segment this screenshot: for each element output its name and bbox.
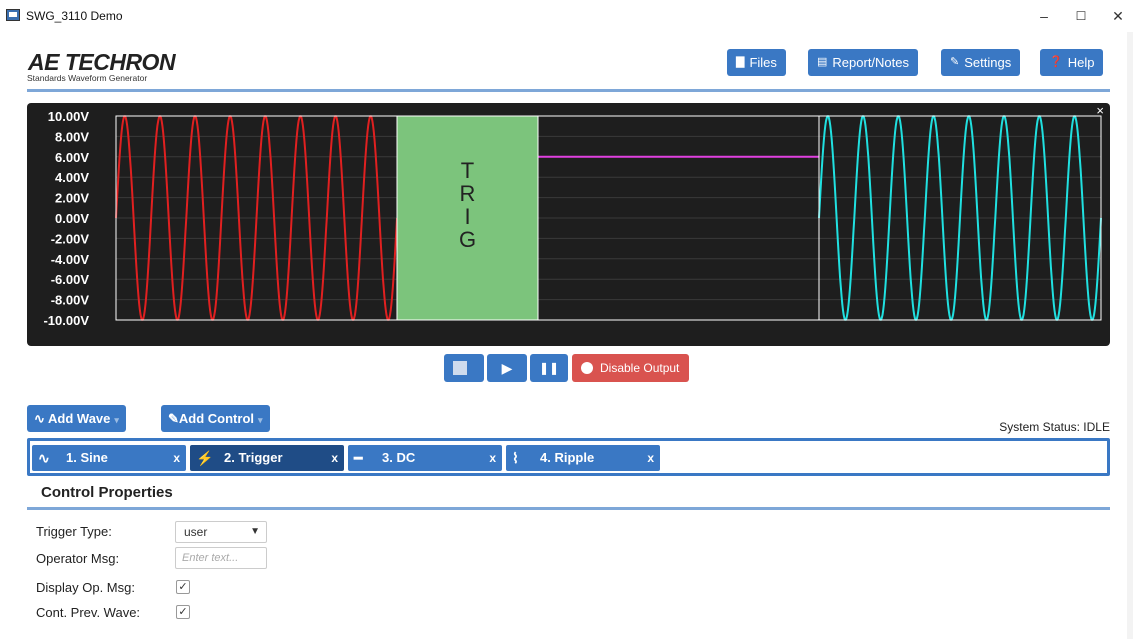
segment-tabbar: ∿ 1. Sine x ⚡ 2. Trigger x ━ 3. DC x ⌇ 4… [27,438,1110,476]
close-icon[interactable]: x [647,445,654,471]
wrench-icon: ✎ [168,411,179,426]
tab-trigger[interactable]: ⚡ 2. Trigger x [190,445,344,471]
maximize-button[interactable]: ☐ [1066,4,1096,28]
system-status: System Status: IDLE [999,420,1110,434]
ripple-icon: ⌇ [512,450,519,466]
tab-ripple[interactable]: ⌇ 4. Ripple x [506,445,660,471]
add-wave-label: Add Wave [48,411,111,426]
cont-prev-wave-label: Cont. Prev. Wave: [36,605,141,620]
y-tick-label: 0.00V [55,211,89,226]
tab-label: 2. Trigger [224,450,283,465]
header-divider [27,89,1110,92]
tab-label: 3. DC [382,450,416,465]
play-button[interactable]: ▶ [487,354,527,382]
trigger-icon: ⚡ [196,450,214,466]
close-icon[interactable]: x [331,445,338,471]
scope-close-icon[interactable]: × [1096,103,1104,118]
operator-msg-input[interactable] [175,547,267,569]
tab-sine[interactable]: ∿ 1. Sine x [32,445,186,471]
question-icon: ❓ [1049,56,1063,68]
chevron-down-icon: ▼ [250,526,260,537]
add-control-button[interactable]: ✎Add Control ▾ [161,405,270,432]
close-icon[interactable]: x [173,445,180,471]
stop-button[interactable] [444,354,484,382]
trigger-letter: R [460,181,476,206]
dc-icon: ━ [354,450,363,466]
help-button[interactable]: ❓ Help [1040,49,1104,76]
add-wave-button[interactable]: ∿ Add Wave ▾ [27,405,126,432]
section-title: Control Properties [41,484,173,501]
files-button[interactable]: ▇ Files [727,49,786,76]
scrollbar[interactable] [1127,32,1133,639]
tab-label: 1. Sine [66,450,108,465]
section-divider [27,507,1110,510]
display-op-msg-label: Display Op. Msg: [36,580,135,595]
minimize-button[interactable]: – [1029,4,1059,28]
files-button-label: Files [749,55,777,70]
window-titlebar: SWG_3110 Demo – ☐ ✕ [0,0,1133,32]
folder-icon: ▇ [736,56,745,68]
y-tick-label: 4.00V [55,170,89,185]
tab-dc[interactable]: ━ 3. DC x [348,445,502,471]
sine-icon: ∿ [34,411,49,426]
clipboard-icon: ▤ [817,56,828,68]
cont-prev-wave-checkbox[interactable]: ✓ [176,605,190,619]
trigger-type-value: user [184,525,208,539]
pause-button[interactable]: ❚❚ [530,354,568,382]
tab-label: 4. Ripple [540,450,595,465]
settings-button[interactable]: ✎ Settings [941,49,1021,76]
y-tick-label: -2.00V [51,231,90,246]
trigger-letter: G [459,227,476,252]
disable-output-button[interactable]: Disable Output [572,354,690,382]
y-tick-label: 2.00V [55,191,89,206]
y-tick-label: -8.00V [51,293,90,308]
y-tick-label: 8.00V [55,129,89,144]
window-title: SWG_3110 Demo [26,9,123,23]
trigger-letter: I [464,204,470,229]
help-button-label: Help [1067,55,1095,70]
operator-msg-label: Operator Msg: [36,551,120,566]
wrench-icon: ✎ [950,56,960,68]
add-control-label: Add Control [178,411,254,426]
waveform-display[interactable]: 10.00V 8.00V 6.00V 4.00V 2.00V 0.00V -2.00V -4.… [27,103,1110,346]
y-tick-label: 10.00V [48,109,90,124]
brand-logo: AE TECHRON [28,49,176,75]
chevron-down-icon: ▾ [258,415,263,425]
waveform-canvas: 10.00V 8.00V 6.00V 4.00V 2.00V 0.00V -2.00V -4.… [43,109,1102,328]
trigger-type-select[interactable]: user ▼ [175,521,267,543]
display-op-msg-checkbox[interactable]: ✓ [176,580,190,594]
y-tick-label: -10.00V [43,313,89,328]
report-notes-button-label: Report/Notes [832,55,909,70]
settings-button-label: Settings [964,55,1012,70]
brand-subtitle: Standards Waveform Generator [27,73,148,83]
close-button[interactable]: ✕ [1103,4,1133,28]
trigger-type-label: Trigger Type: [36,524,112,539]
close-icon[interactable]: x [489,445,496,471]
sine-icon: ∿ [38,450,50,466]
y-tick-label: 6.00V [55,150,89,165]
report-notes-button[interactable]: ▤ Report/Notes [808,49,918,76]
trigger-letter: T [461,158,474,183]
chevron-down-icon: ▾ [114,415,119,425]
y-tick-label: -6.00V [51,272,90,287]
app-icon [6,9,20,21]
y-tick-label: -4.00V [51,252,90,267]
